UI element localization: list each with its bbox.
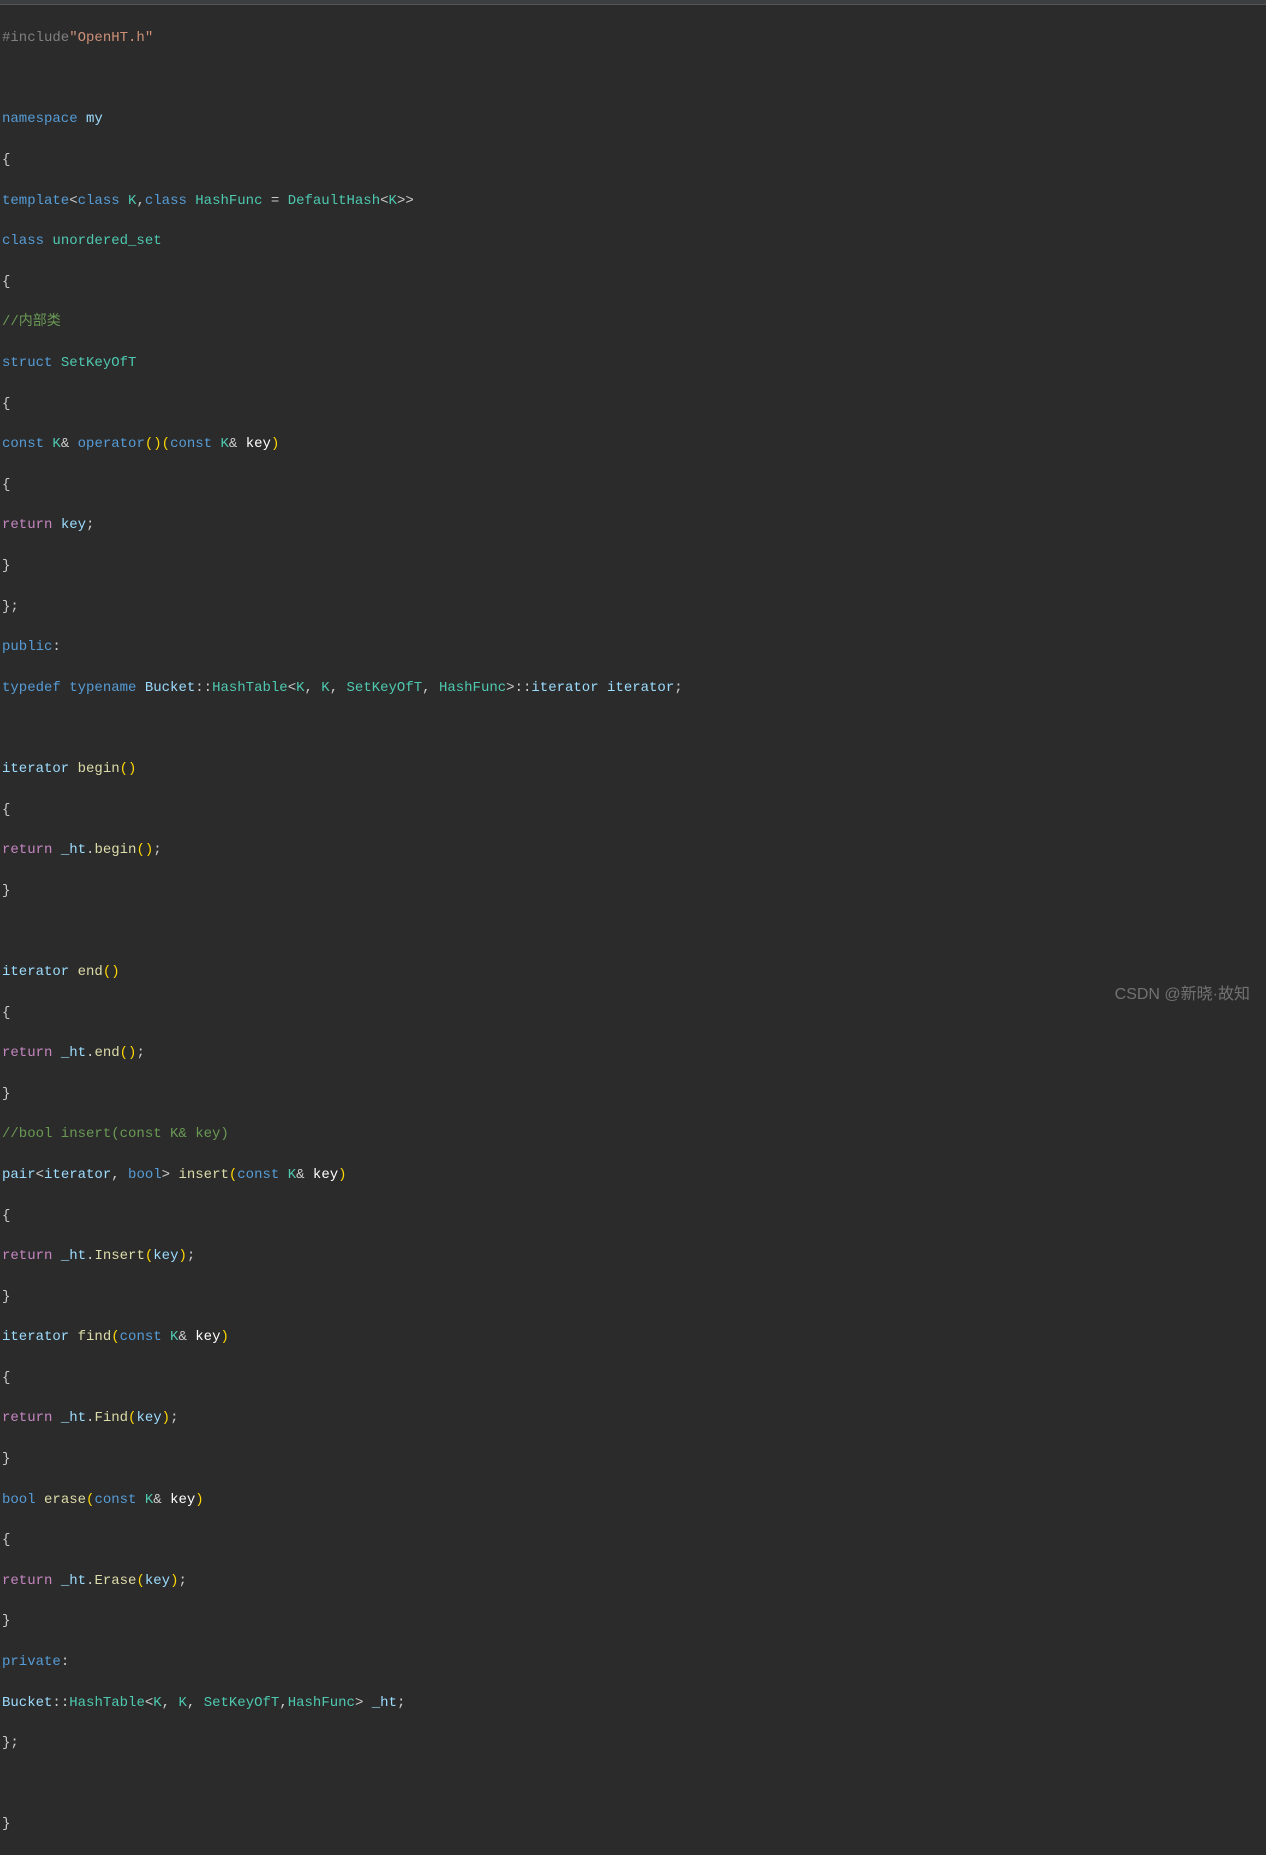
code-line: { — [0, 272, 1266, 292]
code-line — [0, 69, 1266, 89]
code-line: } — [0, 556, 1266, 576]
code-line: } — [0, 881, 1266, 901]
code-line: #include"OpenHT.h" — [0, 28, 1266, 48]
code-line: { — [0, 1368, 1266, 1388]
code-line: template<class K, class HashFunc = Defau… — [0, 191, 1266, 211]
code-line: }; — [0, 597, 1266, 617]
code-line — [0, 921, 1266, 941]
code-line: return _ht.Insert(key); — [0, 1246, 1266, 1266]
code-line — [0, 1774, 1266, 1794]
code-line: { — [0, 150, 1266, 170]
code-line: namespace my — [0, 109, 1266, 129]
code-line: pair<iterator, bool> insert(const K& key… — [0, 1165, 1266, 1185]
code-line: typedef typename Bucket::HashTable<K, K,… — [0, 678, 1266, 698]
code-line: //内部类 — [0, 312, 1266, 332]
code-line: bool erase(const K& key) — [0, 1490, 1266, 1510]
code-line: return _ht.Erase(key); — [0, 1571, 1266, 1591]
code-line: } — [0, 1611, 1266, 1631]
code-line: iterator find(const K& key) — [0, 1327, 1266, 1347]
code-line: } — [0, 1084, 1266, 1104]
code-line: { — [0, 394, 1266, 414]
code-line — [0, 718, 1266, 738]
code-line: iterator begin() — [0, 759, 1266, 779]
code-line: { — [0, 1206, 1266, 1226]
code-line: struct SetKeyOfT — [0, 353, 1266, 373]
code-line: public: — [0, 637, 1266, 657]
code-line: class unordered_set — [0, 231, 1266, 251]
code-line: iterator end() — [0, 962, 1266, 982]
code-line: return key; — [0, 515, 1266, 535]
code-line: } — [0, 1449, 1266, 1469]
code-line: return _ht.begin(); — [0, 840, 1266, 860]
code-line: private: — [0, 1652, 1266, 1672]
code-line: return _ht.Find(key); — [0, 1408, 1266, 1428]
code-editor[interactable]: #include"OpenHT.h" namespace my { templa… — [0, 5, 1266, 1855]
code-line: { — [0, 1530, 1266, 1550]
code-line: { — [0, 800, 1266, 820]
code-line: Bucket::HashTable<K, K, SetKeyOfT,HashFu… — [0, 1693, 1266, 1713]
code-line: } — [0, 1287, 1266, 1307]
code-line: //bool insert(const K& key) — [0, 1124, 1266, 1144]
watermark-text: CSDN @新晓·故知 — [1115, 983, 1250, 1006]
code-line: } — [0, 1814, 1266, 1834]
code-line: { — [0, 1003, 1266, 1023]
code-line: { — [0, 475, 1266, 495]
code-line: return _ht.end(); — [0, 1043, 1266, 1063]
code-line: }; — [0, 1733, 1266, 1753]
code-line: const K& operator()(const K& key) — [0, 434, 1266, 454]
